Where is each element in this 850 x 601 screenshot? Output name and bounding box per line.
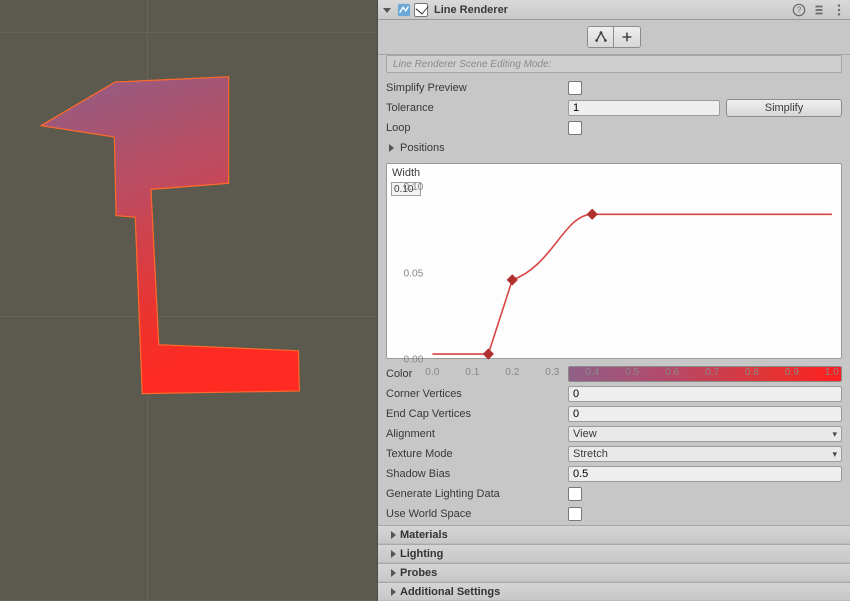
tolerance-label: Tolerance xyxy=(386,102,568,114)
scene-view[interactable] xyxy=(0,0,377,601)
simplify-button[interactable]: Simplify xyxy=(726,99,842,117)
additional-settings-section[interactable]: Additional Settings xyxy=(378,582,850,601)
svg-text:0.3: 0.3 xyxy=(545,367,560,378)
probes-label: Probes xyxy=(400,567,437,579)
use-world-space-checkbox[interactable] xyxy=(568,507,582,521)
svg-text:0.7: 0.7 xyxy=(705,367,720,378)
shadow-bias-label: Shadow Bias xyxy=(386,468,568,480)
texture-mode-label: Texture Mode xyxy=(386,448,568,460)
loop-checkbox[interactable] xyxy=(568,121,582,135)
generate-lighting-data-label: Generate Lighting Data xyxy=(386,488,568,500)
preset-icon[interactable] xyxy=(812,3,826,17)
corner-vertices-label: Corner Vertices xyxy=(386,388,568,400)
positions-label: Positions xyxy=(400,142,445,154)
svg-text:0.0: 0.0 xyxy=(425,367,440,378)
edit-points-tool-button[interactable] xyxy=(588,27,614,47)
materials-section[interactable]: Materials xyxy=(378,525,850,544)
inspector-panel: Line Renderer ? Line Renderer Scene Edit… xyxy=(377,0,850,601)
end-cap-vertices-field[interactable] xyxy=(568,406,842,422)
alignment-label: Alignment xyxy=(386,428,568,440)
editing-mode-hint: Line Renderer Scene Editing Mode: xyxy=(386,55,842,73)
line-renderer-icon xyxy=(397,3,411,17)
tolerance-field[interactable] xyxy=(568,100,720,116)
svg-text:1.0: 1.0 xyxy=(825,367,840,378)
positions-foldout-icon xyxy=(386,143,396,153)
add-point-tool-button[interactable] xyxy=(614,27,640,47)
texture-mode-value: Stretch xyxy=(573,448,608,460)
corner-vertices-field[interactable] xyxy=(568,386,842,402)
context-menu-icon[interactable] xyxy=(832,3,846,17)
materials-label: Materials xyxy=(400,529,448,541)
svg-text:0.10: 0.10 xyxy=(403,182,423,193)
generate-lighting-data-checkbox[interactable] xyxy=(568,487,582,501)
svg-text:0.1: 0.1 xyxy=(465,367,480,378)
svg-text:0.2: 0.2 xyxy=(505,367,520,378)
additional-settings-label: Additional Settings xyxy=(400,586,500,598)
width-curve-editor[interactable]: Width 0.10 0.000.050.100.00.10.20.30.40.… xyxy=(386,163,842,359)
svg-text:0.4: 0.4 xyxy=(585,367,600,378)
svg-text:?: ? xyxy=(797,5,802,14)
texture-mode-dropdown[interactable]: Stretch▾ xyxy=(568,446,842,462)
svg-text:0.6: 0.6 xyxy=(665,367,680,378)
svg-text:0.8: 0.8 xyxy=(745,367,760,378)
loop-label: Loop xyxy=(386,122,568,134)
component-title: Line Renderer xyxy=(434,4,508,16)
lighting-section[interactable]: Lighting xyxy=(378,544,850,563)
svg-text:0.9: 0.9 xyxy=(785,367,800,378)
simplify-preview-label: Simplify Preview xyxy=(386,82,568,94)
scene-tools-row xyxy=(378,20,850,55)
scene-shape xyxy=(0,0,377,524)
use-world-space-label: Use World Space xyxy=(386,508,568,520)
svg-text:0.05: 0.05 xyxy=(403,268,423,279)
component-header[interactable]: Line Renderer ? xyxy=(378,0,850,20)
help-icon[interactable]: ? xyxy=(792,3,806,17)
component-foldout-icon[interactable] xyxy=(382,5,392,15)
lighting-label: Lighting xyxy=(400,548,443,560)
shadow-bias-field[interactable] xyxy=(568,466,842,482)
svg-text:0.00: 0.00 xyxy=(403,355,423,366)
end-cap-vertices-label: End Cap Vertices xyxy=(386,408,568,420)
positions-foldout[interactable]: Positions xyxy=(386,139,842,157)
svg-text:0.5: 0.5 xyxy=(625,367,640,378)
alignment-value: View xyxy=(573,428,597,440)
alignment-dropdown[interactable]: View▾ xyxy=(568,426,842,442)
component-enable-checkbox[interactable] xyxy=(414,3,428,17)
simplify-preview-checkbox[interactable] xyxy=(568,81,582,95)
probes-section[interactable]: Probes xyxy=(378,563,850,582)
